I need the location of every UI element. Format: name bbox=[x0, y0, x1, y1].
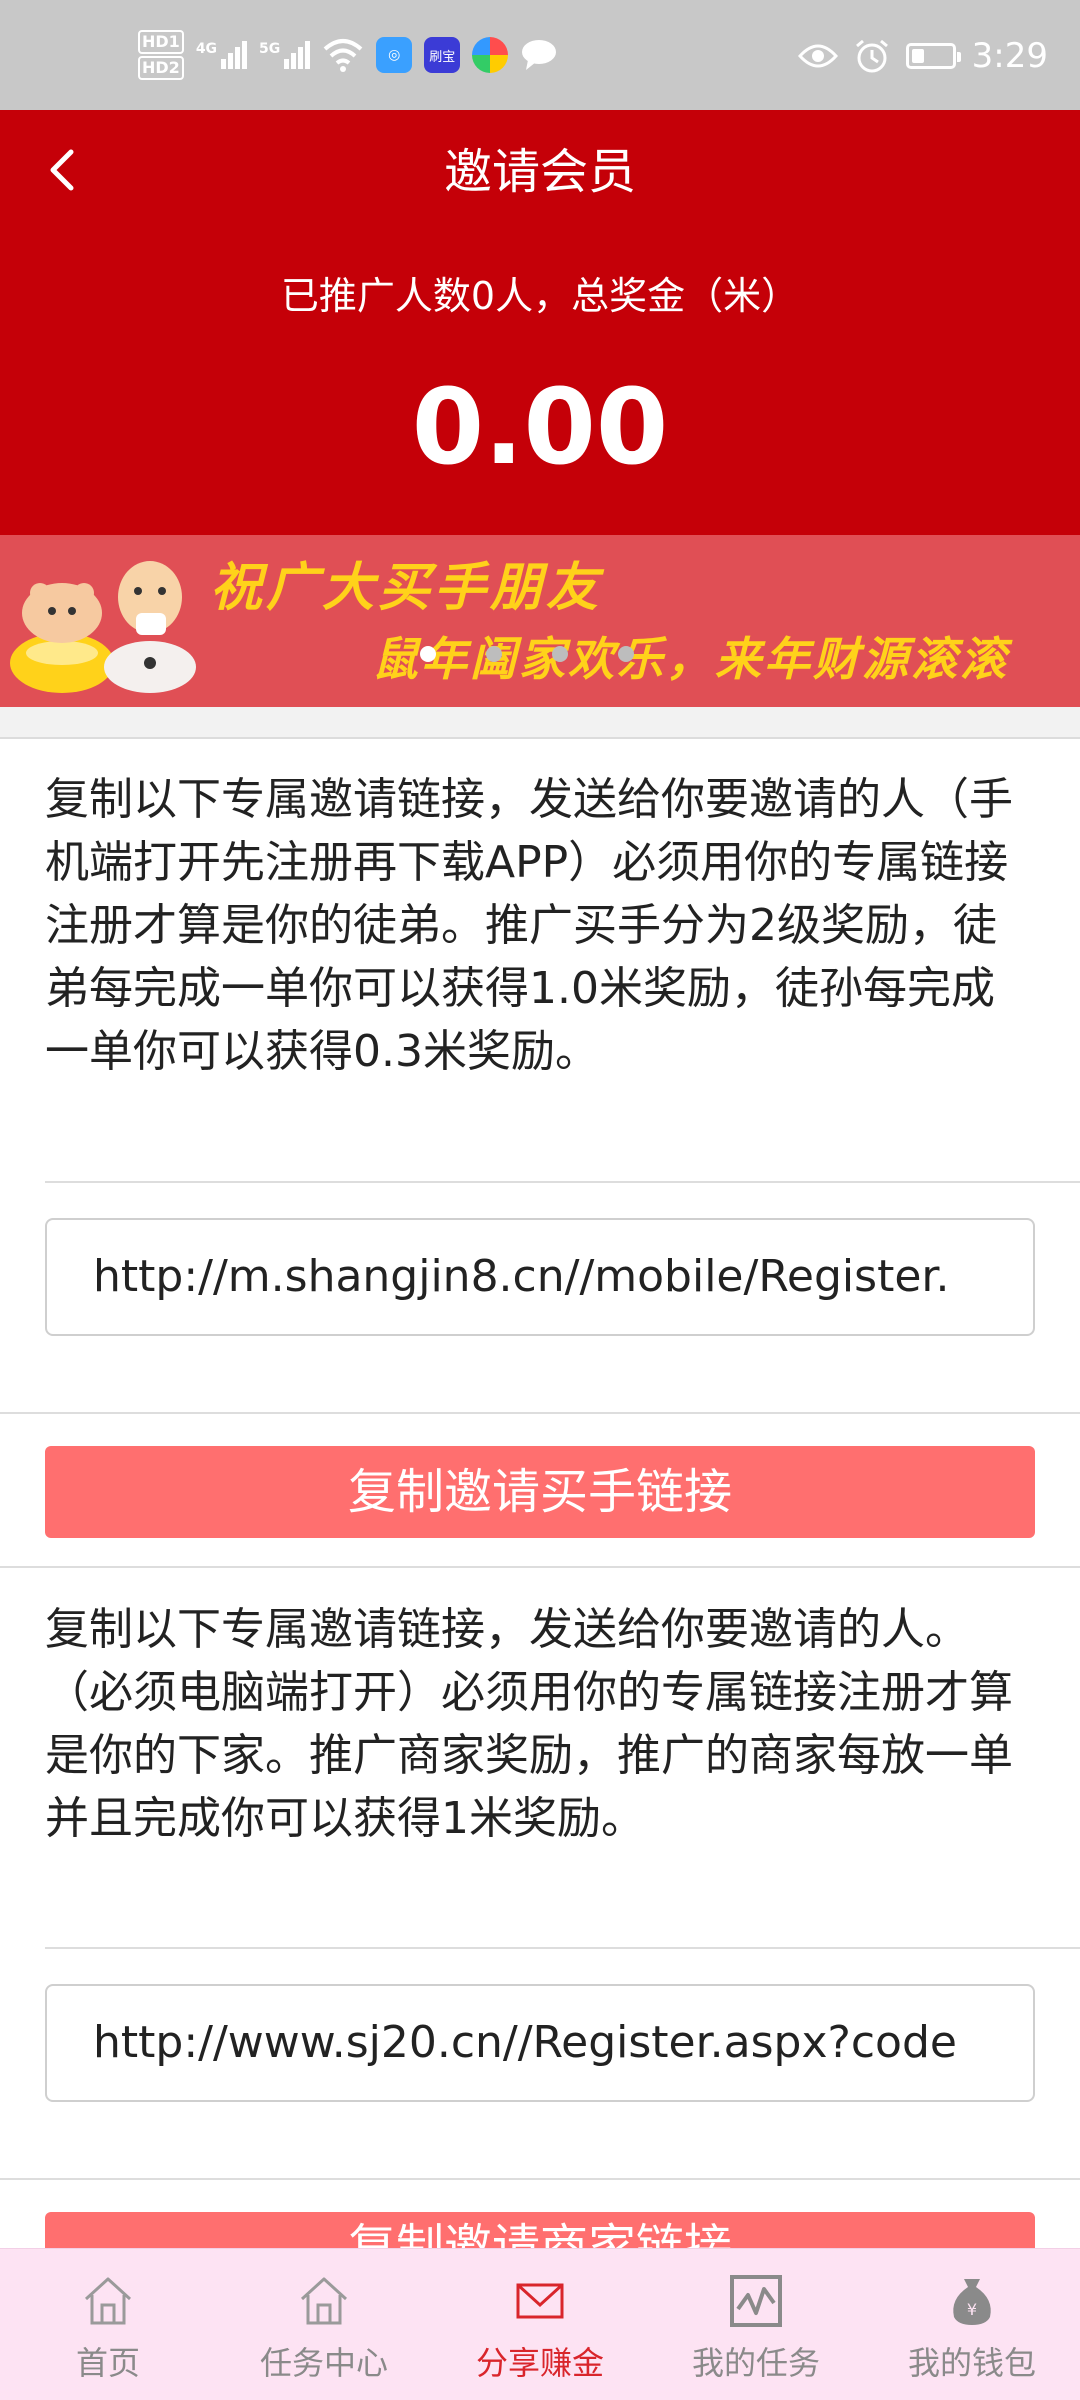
banner-greeting-line1: 祝广大买手朋友 bbox=[210, 557, 603, 618]
buyer-invite-link-field[interactable]: http://m.shangjin8.cn//mobile/Register. bbox=[45, 1218, 1035, 1336]
chart-icon bbox=[730, 2275, 782, 2327]
status-bar: HD1 HD2 4G 5G ◎ 刷宝 3:29 bbox=[0, 0, 1080, 110]
nav-item-my-tasks[interactable]: 我的任务 bbox=[648, 2249, 864, 2400]
alarm-icon bbox=[855, 39, 888, 73]
app-notification-icon: ◎ bbox=[376, 37, 413, 73]
section-gap bbox=[0, 707, 1080, 739]
invite-member-page: HD1 HD2 4G 5G ◎ 刷宝 3:29 邀请会员 已推广人数0人，总奖金… bbox=[0, 0, 1080, 2400]
network-type-2: 5G bbox=[259, 41, 281, 57]
wifi-icon bbox=[323, 39, 363, 72]
app-color-icon bbox=[472, 37, 509, 73]
signal-icon-1: 4G bbox=[195, 41, 248, 69]
network-type-1: 4G bbox=[195, 41, 218, 57]
banner-dot-2[interactable] bbox=[486, 646, 502, 662]
divider bbox=[0, 2178, 1080, 2180]
banner-dot-3[interactable] bbox=[552, 646, 568, 662]
banner-pagination bbox=[420, 646, 634, 662]
nav-label-my-wallet: 我的钱包 bbox=[907, 2344, 1036, 2382]
battery-icon bbox=[905, 43, 961, 69]
nav-item-task-center[interactable]: 任务中心 bbox=[216, 2249, 432, 2400]
copy-merchant-link-button[interactable]: 复制邀请商家链接 bbox=[45, 2212, 1035, 2248]
divider bbox=[0, 1412, 1080, 1414]
page-title: 邀请会员 bbox=[443, 144, 636, 200]
home-icon bbox=[300, 2277, 348, 2325]
mail-icon bbox=[516, 2283, 564, 2319]
divider bbox=[45, 1181, 1080, 1183]
app-badge-icon: 刷宝 bbox=[424, 37, 461, 73]
hd2-badge: HD2 bbox=[138, 56, 184, 80]
banner-dot-4[interactable] bbox=[618, 646, 634, 662]
nav-item-share-earn[interactable]: 分享赚金 bbox=[432, 2249, 648, 2400]
clock: 3:29 bbox=[971, 36, 1048, 76]
svg-text:¥: ¥ bbox=[967, 2300, 977, 2319]
nav-label-task-center: 任务中心 bbox=[259, 2344, 388, 2382]
divider bbox=[0, 1566, 1080, 1568]
nav-item-my-wallet[interactable]: ¥ 我的钱包 bbox=[864, 2249, 1080, 2400]
status-left: HD1 HD2 4G 5G ◎ 刷宝 bbox=[138, 30, 558, 80]
promotion-summary: 已推广人数0人，总奖金（米） bbox=[280, 274, 800, 318]
bottom-navigation: 首页 任务中心 分享赚金 我的任务 ¥ 我的钱包 bbox=[0, 2248, 1080, 2400]
banner-dot-1[interactable] bbox=[420, 646, 436, 662]
new-year-banner: 祝广大买手朋友 鼠年阖家欢乐，来年财源滚滚 bbox=[0, 535, 1080, 707]
money-bag-icon: ¥ bbox=[953, 2279, 991, 2325]
nav-label-share-earn: 分享赚金 bbox=[475, 2344, 604, 2382]
header: 邀请会员 已推广人数0人，总奖金（米） 0.00 bbox=[0, 110, 1080, 535]
nav-item-home[interactable]: 首页 bbox=[0, 2249, 216, 2400]
copy-buyer-link-button[interactable]: 复制邀请买手链接 bbox=[45, 1446, 1035, 1538]
message-icon bbox=[522, 40, 557, 70]
eye-icon bbox=[797, 44, 838, 68]
nav-label-home: 首页 bbox=[75, 2344, 140, 2382]
hd-indicator: HD1 HD2 bbox=[138, 29, 184, 81]
hamster-illustration bbox=[10, 561, 196, 693]
home-icon bbox=[84, 2277, 132, 2325]
merchant-invite-link-field[interactable]: http://www.sj20.cn//Register.aspx?code bbox=[45, 1984, 1035, 2102]
buyer-invite-description: 复制以下专属邀请链接，发送给你要邀请的人（手机端打开先注册再下载APP）必须用你… bbox=[45, 774, 1013, 1077]
total-bonus-amount: 0.00 bbox=[411, 366, 669, 488]
status-right: 3:29 bbox=[797, 36, 1048, 76]
divider bbox=[45, 1947, 1080, 1949]
merchant-invite-description: 复制以下专属邀请链接，发送给你要邀请的人。（必须电脑端打开）必须用你的专属链接注… bbox=[45, 1604, 1013, 1844]
signal-icon-2: 5G bbox=[259, 41, 311, 69]
hd1-badge: HD1 bbox=[138, 30, 184, 54]
nav-label-my-tasks: 我的任务 bbox=[691, 2344, 820, 2382]
